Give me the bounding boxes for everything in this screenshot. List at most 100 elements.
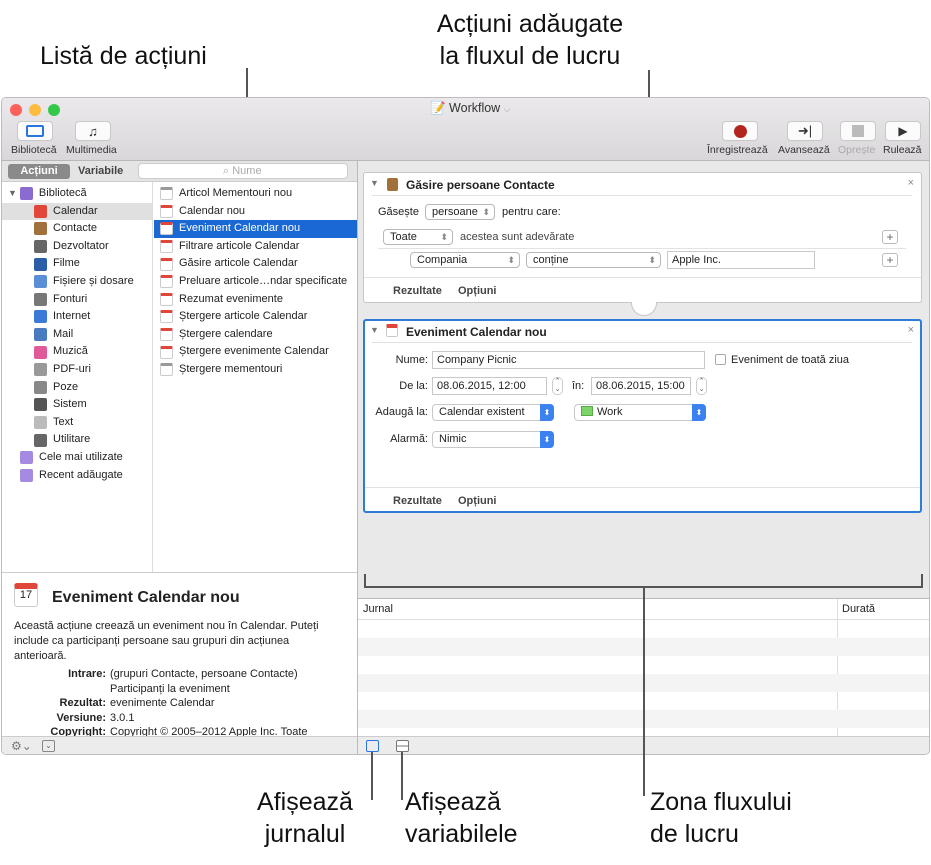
library-item[interactable]: Fișiere și dosare (2, 273, 152, 291)
action-item[interactable]: Ștergere calendare (154, 326, 357, 344)
action-item[interactable]: Eveniment Calendar nou (154, 220, 357, 238)
library-item[interactable]: Mail (2, 326, 152, 344)
close-action-icon[interactable]: × (908, 177, 914, 189)
library-item[interactable]: Contacte (2, 220, 152, 238)
action-item[interactable]: Ștergere mementouri (154, 361, 357, 379)
results-toggle[interactable]: Rezultate (393, 495, 442, 507)
library-item-label: Contacte (53, 222, 98, 235)
find-label: Găsește (378, 206, 419, 218)
library-button[interactable] (17, 121, 53, 141)
zoom-button[interactable] (48, 104, 60, 116)
alarm-label: Alarmă: (390, 433, 428, 445)
description-text: Această acțiune creează un eveniment nou… (14, 620, 319, 662)
start-date-stepper[interactable]: ⌃ ⌄ (552, 377, 563, 395)
add-subcondition-button[interactable]: + (882, 253, 898, 267)
input-value: (grupuri Contacte, persoane Contacte) (110, 668, 298, 680)
search-input[interactable]: ⌕ Nume (138, 163, 348, 179)
action-item[interactable]: Găsire articole Calendar (154, 255, 357, 273)
to-label: în: (572, 380, 585, 392)
library-item[interactable]: Internet (2, 308, 152, 326)
start-date-field[interactable]: 08.06.2015, 12:00 (432, 377, 547, 395)
results-toggle[interactable]: Rezultate (393, 285, 442, 297)
condition-value-field[interactable]: Apple Inc. (667, 251, 815, 269)
popup-value: conține (533, 254, 569, 266)
calendar-type-popup[interactable]: Calendar existent ⬍ (432, 404, 554, 421)
options-toggle[interactable]: Opțiuni (458, 285, 497, 297)
library-item[interactable]: Recent adăugate (2, 467, 152, 485)
are-true-label: acestea sunt adevărate (460, 231, 575, 243)
library-item[interactable]: ▼ Bibliotecă (2, 185, 152, 203)
action-item-label: Ștergere articole Calendar (179, 310, 308, 323)
category-icon (20, 451, 33, 465)
minimize-button[interactable] (29, 104, 41, 116)
library-item[interactable]: Poze (2, 379, 152, 397)
operator-popup[interactable]: conține ⬍ (526, 252, 661, 268)
action-card-find-contacts[interactable]: ▼ Găsire persoane Contacte × Găsește per… (363, 172, 922, 303)
tab-actions[interactable]: Acțiuni (8, 164, 70, 179)
alarm-popup[interactable]: Nimic ⬍ (432, 431, 554, 448)
callout-line: Afișează (405, 788, 501, 816)
library-item[interactable]: PDF-uri (2, 361, 152, 379)
end-date-field[interactable]: 08.06.2015, 15:00 (591, 377, 691, 395)
library-item[interactable]: Cele mai utilizate (2, 449, 152, 467)
updown-icon: ⬍ (692, 404, 706, 421)
log-column-header[interactable]: Jurnal (363, 603, 393, 615)
record-button[interactable] (722, 121, 758, 141)
category-icon (34, 398, 47, 412)
action-item[interactable]: Ștergere evenimente Calendar (154, 343, 357, 361)
description-title: Eveniment Calendar nou (52, 589, 240, 606)
library-item[interactable]: Sistem (2, 396, 152, 414)
action-item[interactable]: Articol Mementouri nou (154, 185, 357, 203)
category-icon (34, 292, 47, 306)
library-item[interactable]: Text (2, 414, 152, 432)
collapse-description-icon[interactable]: ⌄ (42, 740, 55, 752)
library-item[interactable]: Utilitare (2, 431, 152, 449)
show-log-icon[interactable] (366, 740, 379, 752)
find-type-popup[interactable]: persoane ⬍ (425, 204, 495, 220)
run-button[interactable]: ▶ (885, 121, 921, 141)
field-popup[interactable]: Compania ⬍ (410, 252, 520, 268)
options-toggle[interactable]: Opțiuni (458, 495, 497, 507)
popup-value: Nimic (439, 433, 467, 445)
library-item-label: Muzică (53, 345, 88, 358)
action-item[interactable]: Calendar nou (154, 203, 357, 221)
disclosure-triangle-icon[interactable]: ▼ (370, 325, 379, 335)
step-button[interactable]: ➜| (787, 121, 823, 141)
action-item[interactable]: Rezumat evenimente (154, 291, 357, 309)
action-item[interactable]: Filtrare articole Calendar (154, 238, 357, 256)
library-item[interactable]: Fonturi (2, 291, 152, 309)
close-button[interactable] (10, 104, 22, 116)
event-name-field[interactable]: Company Picnic (432, 351, 705, 369)
disclosure-triangle-icon[interactable]: ▼ (8, 185, 17, 203)
card-title: Eveniment Calendar nou (406, 325, 547, 339)
category-icon (34, 275, 47, 289)
stop-button[interactable] (840, 121, 876, 141)
end-date-stepper[interactable]: ⌃ ⌄ (696, 377, 707, 395)
library-item[interactable]: Dezvoltator (2, 238, 152, 256)
action-item[interactable]: Ștergere articole Calendar (154, 308, 357, 326)
library-item[interactable]: Filme (2, 255, 152, 273)
add-condition-button[interactable]: + (882, 230, 898, 244)
calendar-icon (160, 204, 173, 218)
show-variables-icon[interactable] (396, 740, 409, 752)
disclosure-triangle-icon[interactable]: ▼ (370, 178, 379, 188)
action-card-new-event[interactable]: ▼ Eveniment Calendar nou × Nume: Company… (363, 319, 922, 513)
window-title[interactable]: 📝 Workflow ⌵ (430, 101, 511, 116)
match-all-popup[interactable]: Toate ⬍ (383, 229, 453, 245)
close-action-icon[interactable]: × (908, 324, 914, 336)
duration-column-header[interactable]: Durată (842, 603, 875, 615)
library-item-label: Recent adăugate (39, 468, 123, 481)
category-icon (34, 222, 47, 236)
library-item[interactable]: Muzică (2, 343, 152, 361)
action-item[interactable]: Preluare articole…ndar specificate (154, 273, 357, 291)
library-item[interactable]: Calendar (2, 202, 152, 221)
allday-checkbox[interactable] (715, 354, 726, 365)
library-item-label: Cele mai utilizate (39, 450, 123, 463)
description-meta: Intrare: (grupuri Contacte, persoane Cont… (14, 667, 344, 740)
tab-variables[interactable]: Variabile (78, 164, 123, 179)
popup-value: persoane (432, 206, 478, 218)
gear-icon[interactable]: ⚙︎⌄ (11, 739, 32, 753)
media-button[interactable]: ♫ (75, 121, 111, 141)
search-icon: ⌕ (223, 165, 233, 177)
calendar-popup[interactable]: Work ⬍ (574, 404, 706, 421)
